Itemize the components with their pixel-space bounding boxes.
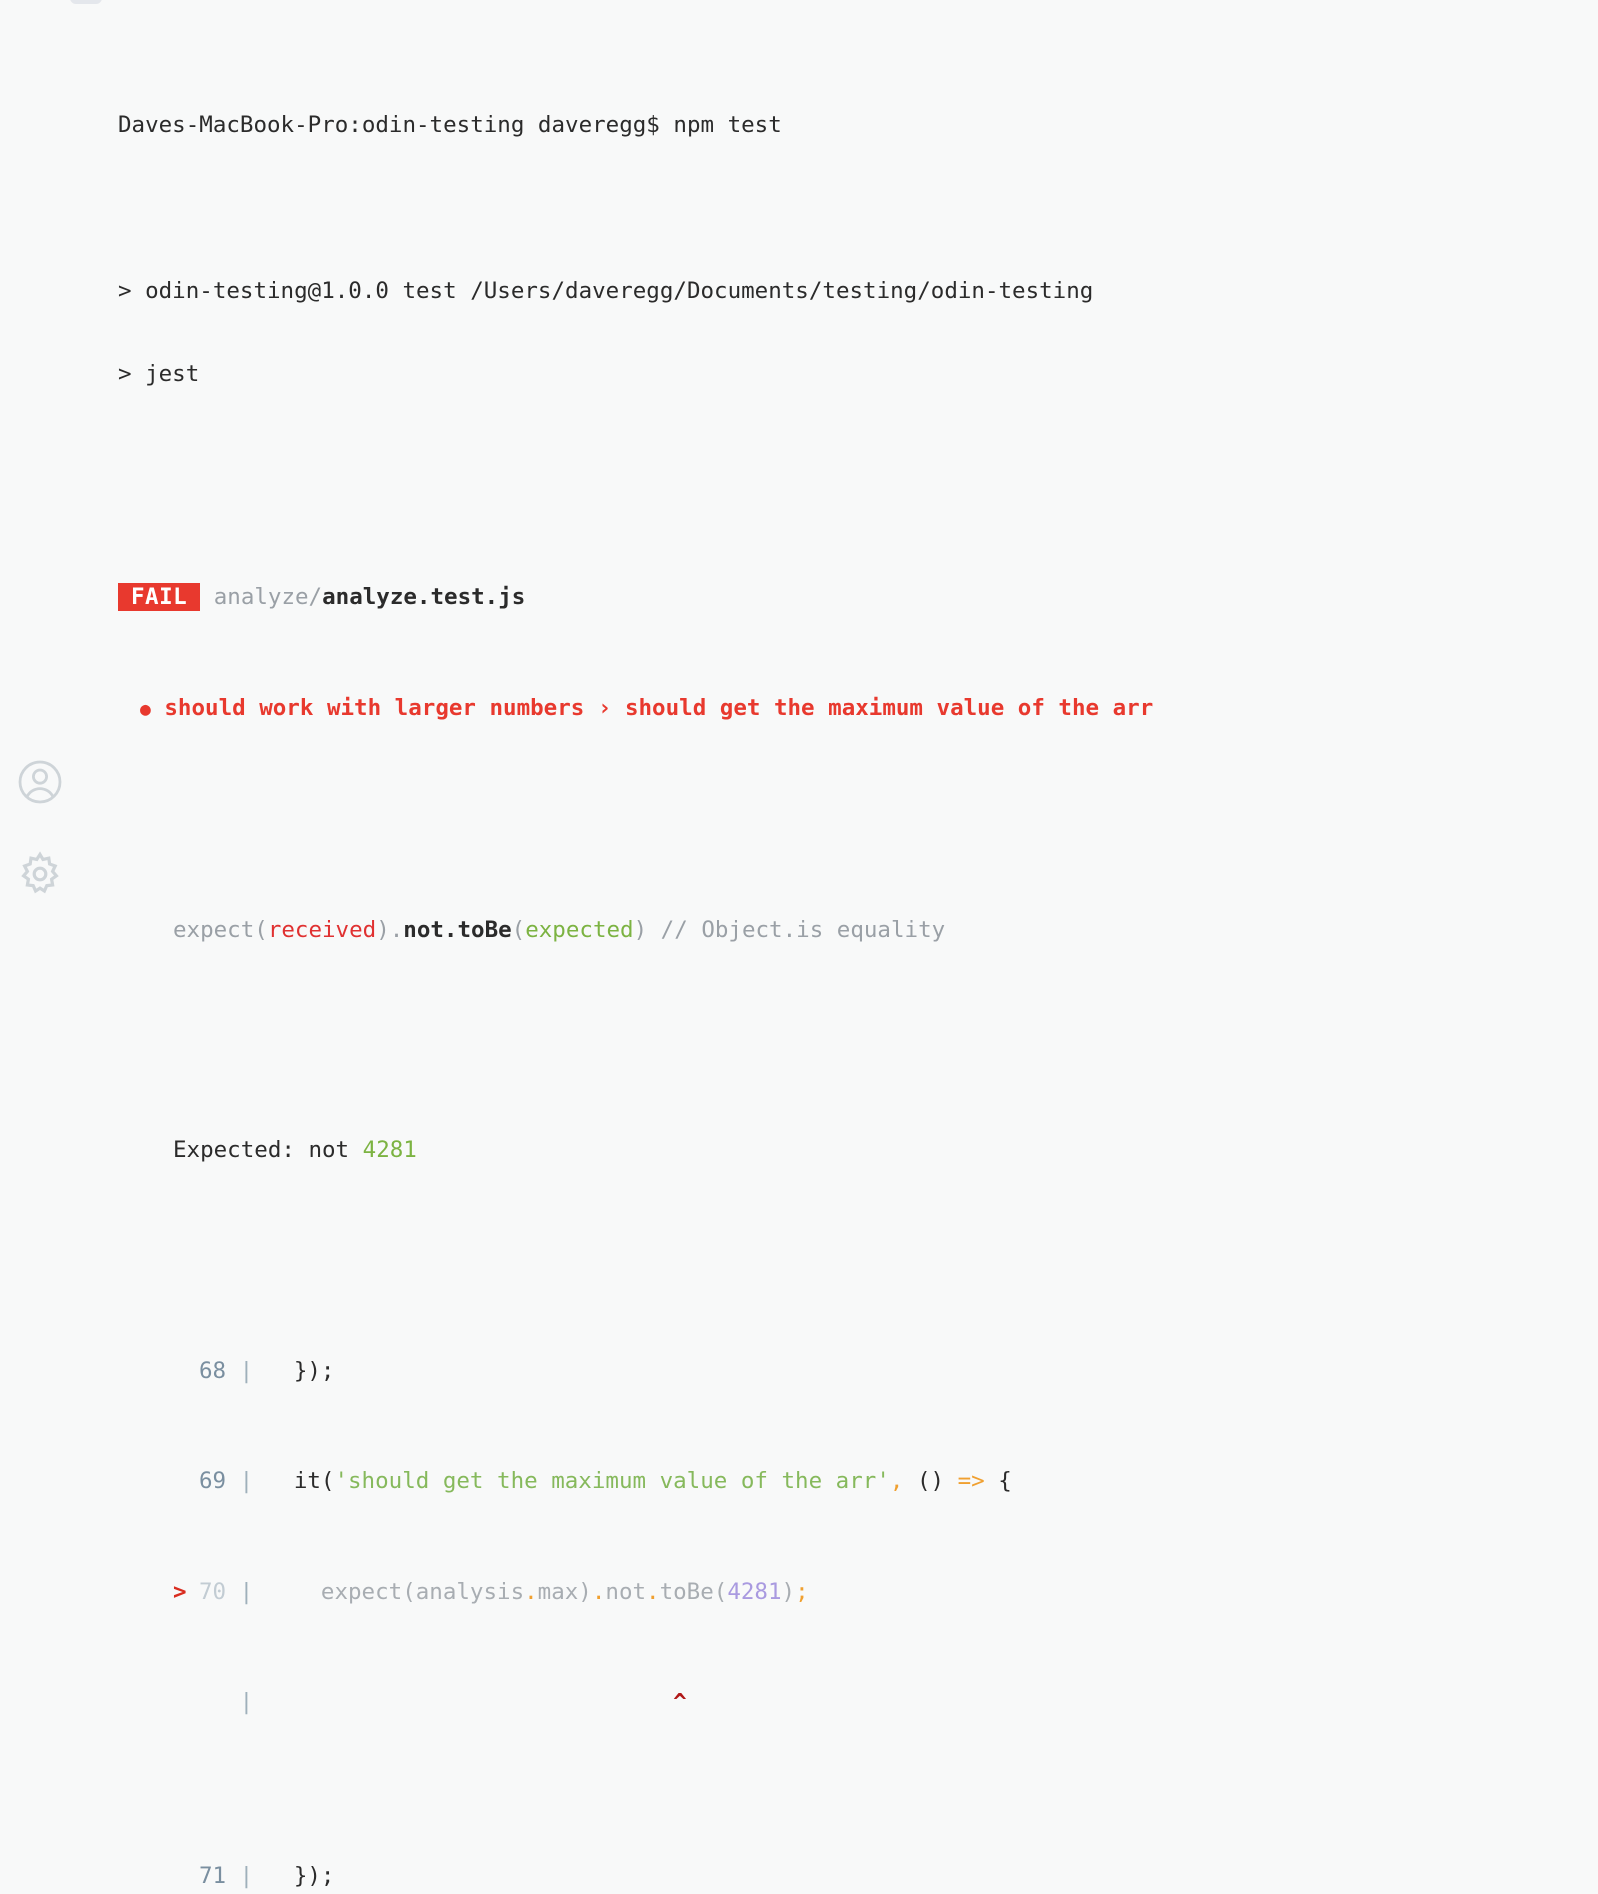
code-text-68: }); — [266, 1358, 335, 1385]
npm-runner-line: > jest — [118, 361, 1598, 389]
account-circle-icon[interactable] — [16, 758, 64, 806]
line-number-71: 71 — [199, 1862, 227, 1889]
npm-script-text: > odin-testing@1.0.0 test /Users/davereg… — [118, 277, 1094, 304]
code-line-71: 71 | }); — [199, 1862, 335, 1889]
window-edge-stub — [70, 0, 102, 4]
code-caret-line: | ^ — [226, 1689, 687, 1716]
expected-line: Expected: not 4281 — [118, 1137, 1598, 1165]
code-line-70-highlighted: >70 | expect(analysis.max).not.toBe(4281… — [173, 1578, 809, 1605]
matcher-received: received — [267, 916, 377, 943]
terminal-output[interactable]: Daves-MacBook-Pro:odin-testing daveregg$… — [118, 0, 1598, 1894]
gear-icon[interactable] — [16, 850, 64, 898]
npm-script-line: > odin-testing@1.0.0 test /Users/davereg… — [118, 278, 1598, 306]
status-badge-fail: FAIL — [118, 583, 201, 612]
matcher-not-tobe: not.toBe — [403, 916, 512, 943]
line-number-69: 69 — [199, 1468, 227, 1495]
expected-label: Expected: not — [173, 1137, 363, 1164]
code-line-68: 68 | }); — [199, 1358, 335, 1385]
code-number-70: 4281 — [727, 1578, 782, 1605]
code-line-69: 69 | it('should get the maximum value of… — [199, 1468, 1012, 1495]
prompt-command: Daves-MacBook-Pro:odin-testing daveregg$… — [118, 112, 782, 139]
npm-runner-text: > jest — [118, 360, 200, 387]
expected-value: 4281 — [362, 1137, 417, 1164]
left-rail — [0, 0, 118, 947]
fail-bullet-icon: ● — [140, 698, 151, 720]
error-line-arrow-icon: > — [173, 1578, 187, 1605]
fail-suite-file: analyze.test.js — [322, 584, 526, 611]
failing-test-title: should work with larger numbers › should… — [164, 694, 1154, 721]
error-caret-marker: ^ — [673, 1689, 687, 1716]
matcher-paren-open: ( — [511, 916, 526, 943]
line-number-68: 68 — [199, 1358, 227, 1385]
shell-prompt-line: Daves-MacBook-Pro:odin-testing daveregg$… — [118, 112, 1598, 140]
matcher-close-dot: ). — [376, 916, 404, 943]
failing-test-title-line: ● should work with larger numbers › shou… — [118, 695, 1598, 724]
matcher-line: expect(received).not.toBe(expected) // O… — [118, 917, 1598, 945]
fail-suite-header[interactable]: FAIL analyze/analyze.test.js — [118, 583, 1598, 612]
matcher-expected: expected — [525, 916, 634, 943]
matcher-expect-open: expect( — [173, 916, 268, 943]
code-string-69: 'should get the maximum value of the arr… — [334, 1468, 890, 1495]
fail-suite-dir: analyze/ — [213, 584, 323, 611]
matcher-tail: ) // Object.is equality — [633, 916, 946, 943]
line-number-70: 70 — [199, 1578, 227, 1605]
